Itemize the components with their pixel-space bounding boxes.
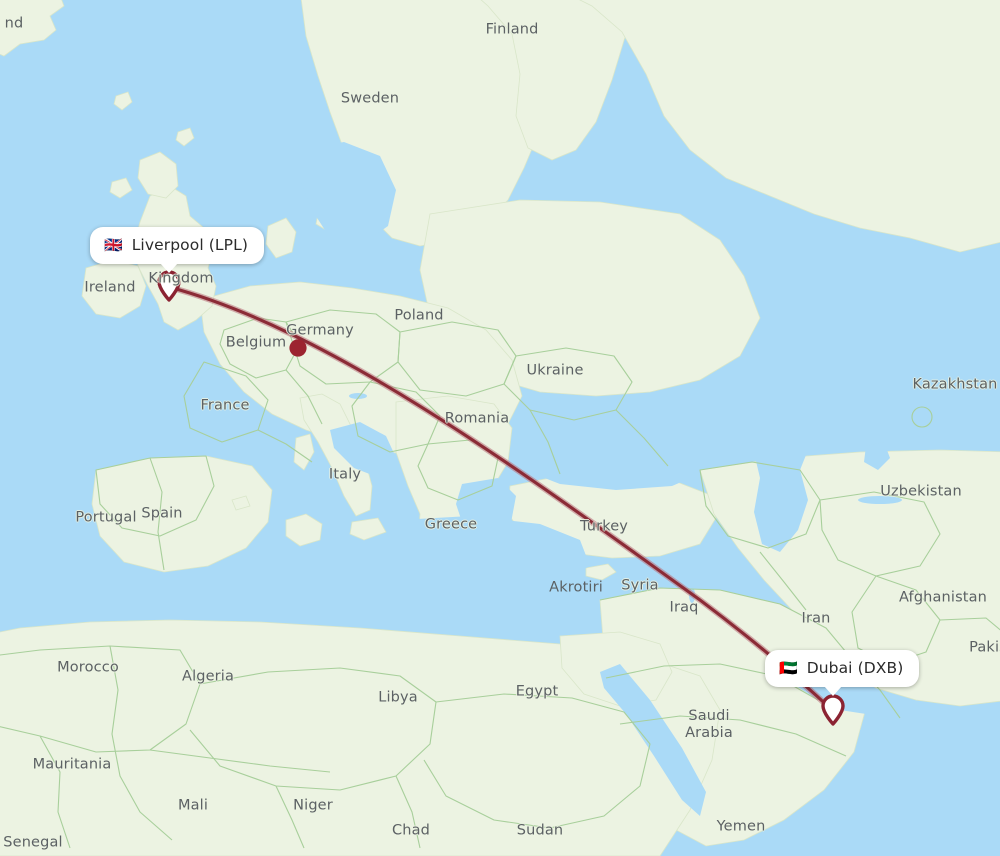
- route-waypoint-dot[interactable]: [289, 339, 307, 357]
- flag-ae-icon: 🇦🇪: [779, 658, 798, 677]
- flight-route-map[interactable]: nd Finland Sweden Ireland Kingdom Belgium Germ…: [0, 0, 1000, 856]
- origin-airport-label: Liverpool (LPL): [131, 236, 248, 254]
- origin-airport-tooltip[interactable]: 🇬🇧 Liverpool (LPL): [90, 227, 264, 273]
- map-canvas: [0, 0, 1000, 856]
- destination-airport-label: Dubai (DXB): [806, 659, 904, 677]
- destination-airport-tooltip[interactable]: 🇦🇪 Dubai (DXB): [765, 650, 920, 696]
- flag-gb-icon: 🇬🇧: [104, 235, 123, 254]
